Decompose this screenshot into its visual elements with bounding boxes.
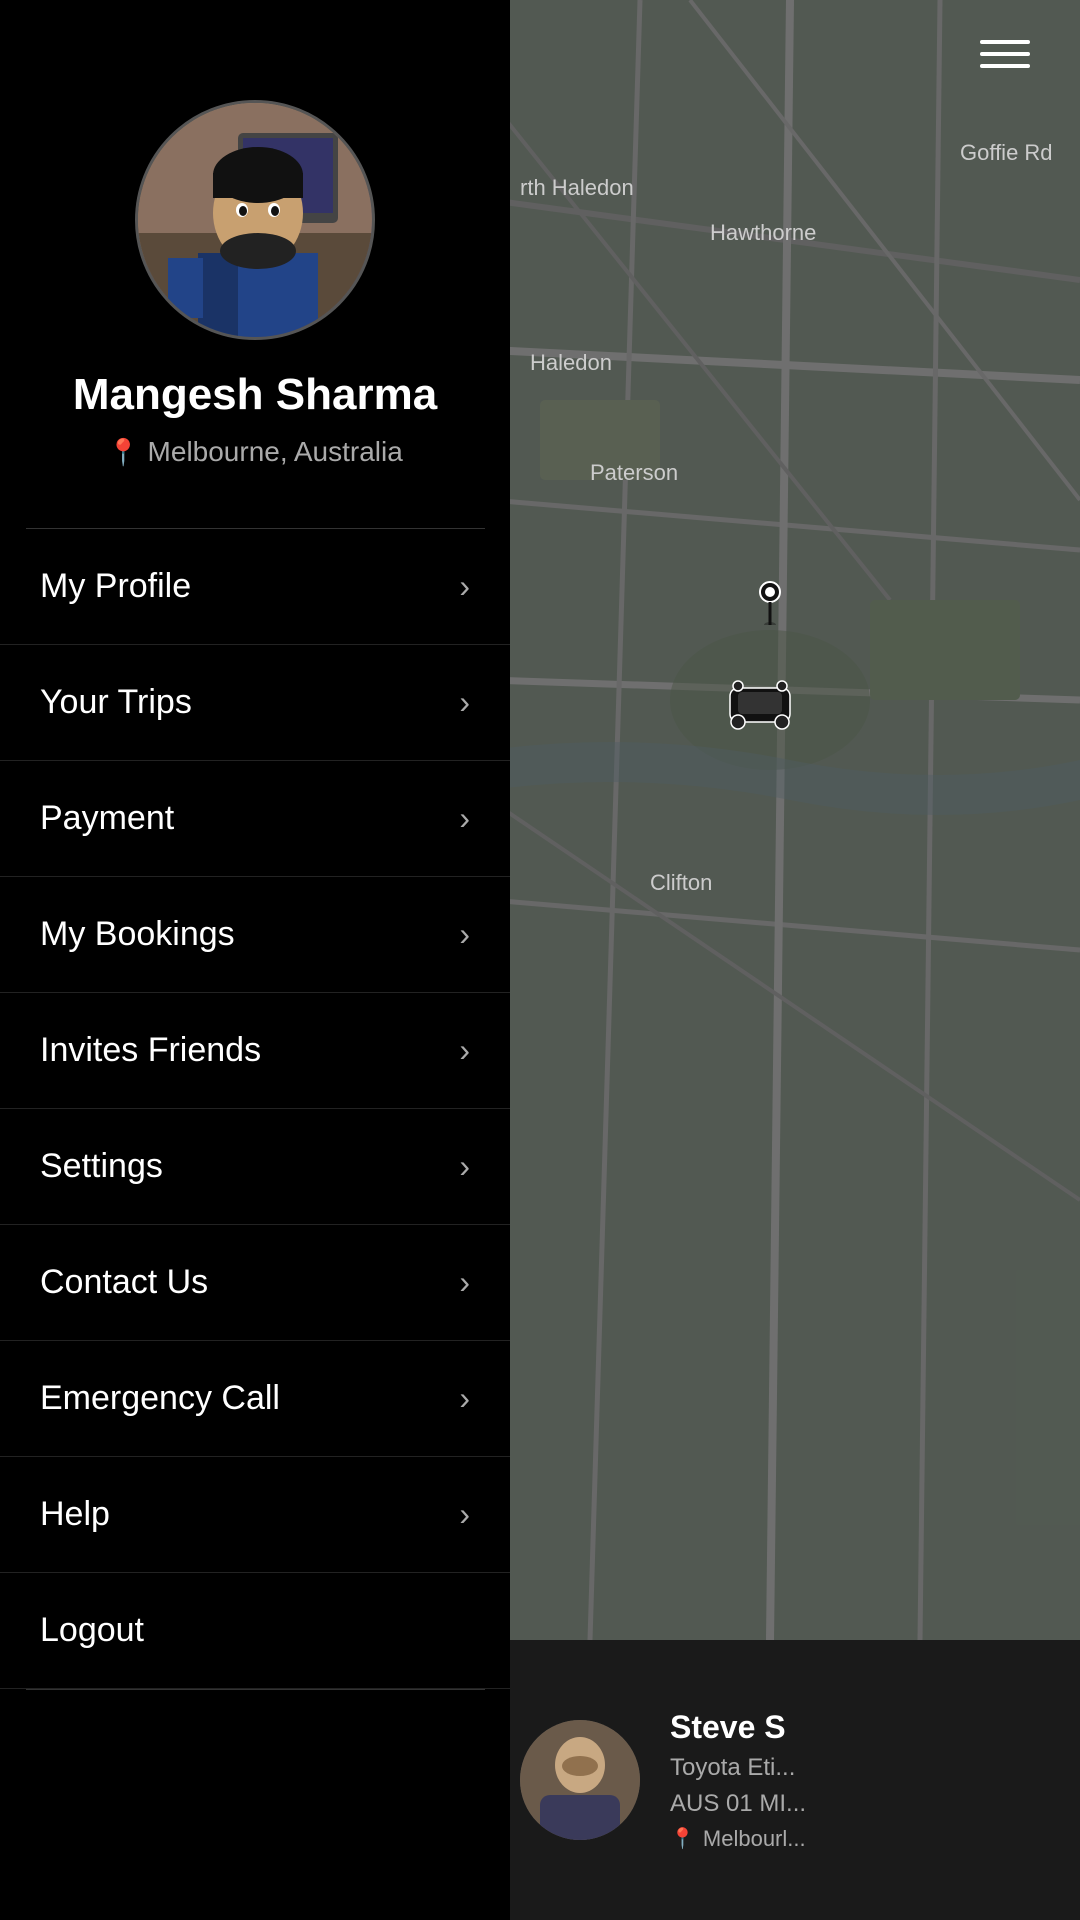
chevron-icon-help: › bbox=[459, 1496, 470, 1533]
logout-divider bbox=[26, 1689, 485, 1690]
user-avatar bbox=[135, 100, 375, 340]
map-label-hawthorne: Hawthorne bbox=[710, 220, 816, 246]
driver-name: Steve S bbox=[670, 1709, 1050, 1746]
menu-label-emergency-call: Emergency Call bbox=[40, 1379, 280, 1418]
chevron-icon-payment: › bbox=[459, 800, 470, 837]
menu-item-settings[interactable]: Settings › bbox=[0, 1109, 510, 1225]
map-label-goffie-rd: Goffie Rd bbox=[960, 140, 1053, 166]
menu-label-my-bookings: My Bookings bbox=[40, 915, 235, 954]
map-label-haledon: Haledon bbox=[530, 350, 612, 376]
menu-item-logout[interactable]: Logout bbox=[0, 1573, 510, 1689]
map-overlay bbox=[490, 0, 1080, 1920]
menu-label-logout: Logout bbox=[40, 1611, 144, 1650]
user-location: Melbourne, Australia bbox=[148, 436, 403, 468]
map-label-paterson: Paterson bbox=[590, 460, 678, 486]
chevron-icon-settings: › bbox=[459, 1148, 470, 1185]
user-avatar-image bbox=[138, 103, 372, 337]
chevron-icon-contact-us: › bbox=[459, 1264, 470, 1301]
driver-plate: AUS 01 MI... bbox=[670, 1790, 1050, 1818]
chevron-icon-my-profile: › bbox=[459, 568, 470, 605]
menu-item-my-profile[interactable]: My Profile › bbox=[0, 529, 510, 645]
menu-label-your-trips: Your Trips bbox=[40, 683, 192, 722]
chevron-icon-emergency-call: › bbox=[459, 1380, 470, 1417]
menu-item-your-trips[interactable]: Your Trips › bbox=[0, 645, 510, 761]
driver-location-row: 📍 Melbourl... bbox=[670, 1826, 1050, 1852]
menu-label-help: Help bbox=[40, 1495, 110, 1534]
menu-item-help[interactable]: Help › bbox=[0, 1457, 510, 1573]
chevron-icon-invites-friends: › bbox=[459, 1032, 470, 1069]
chevron-icon-my-bookings: › bbox=[459, 916, 470, 953]
hamburger-line-1 bbox=[980, 40, 1030, 44]
user-name: Mangesh Sharma bbox=[73, 370, 437, 420]
menu-label-invites-friends: Invites Friends bbox=[40, 1031, 261, 1070]
profile-section: Mangesh Sharma 📍 Melbourne, Australia bbox=[0, 0, 510, 508]
driver-info: Steve S Toyota Eti... AUS 01 MI... 📍 Mel… bbox=[670, 1709, 1050, 1852]
menu-label-contact-us: Contact Us bbox=[40, 1263, 208, 1302]
driver-location: Melbourl... bbox=[703, 1826, 806, 1852]
menu-label-settings: Settings bbox=[40, 1147, 163, 1186]
hamburger-line-3 bbox=[980, 64, 1030, 68]
menu-item-invites-friends[interactable]: Invites Friends › bbox=[0, 993, 510, 1109]
sidebar-drawer: Mangesh Sharma 📍 Melbourne, Australia My… bbox=[0, 0, 510, 1920]
driver-car: Toyota Eti... bbox=[670, 1754, 1050, 1782]
hamburger-menu[interactable] bbox=[980, 40, 1030, 68]
map-location-pin bbox=[755, 580, 785, 630]
map-label-nth-haledon: rth Haledon bbox=[520, 175, 634, 201]
menu-item-payment[interactable]: Payment › bbox=[0, 761, 510, 877]
location-icon: 📍 bbox=[107, 437, 139, 468]
map-background: rth Haledon Hawthorne Haledon Paterson C… bbox=[490, 0, 1080, 1920]
menu-label-my-profile: My Profile bbox=[40, 567, 191, 606]
chevron-icon-your-trips: › bbox=[459, 684, 470, 721]
menu-label-payment: Payment bbox=[40, 799, 174, 838]
menu-item-contact-us[interactable]: Contact Us › bbox=[0, 1225, 510, 1341]
menu-item-emergency-call[interactable]: Emergency Call › bbox=[0, 1341, 510, 1457]
menu-item-my-bookings[interactable]: My Bookings › bbox=[0, 877, 510, 993]
map-label-clifton: Clifton bbox=[650, 870, 712, 896]
driver-card: Steve S Toyota Eti... AUS 01 MI... 📍 Mel… bbox=[490, 1640, 1080, 1920]
map-car-icon bbox=[720, 680, 800, 730]
menu-list: My Profile › Your Trips › Payment › My B… bbox=[0, 529, 510, 1920]
user-location-row: 📍 Melbourne, Australia bbox=[107, 436, 403, 468]
hamburger-line-2 bbox=[980, 52, 1030, 56]
driver-avatar bbox=[520, 1720, 640, 1840]
location-pin-icon: 📍 bbox=[670, 1826, 695, 1851]
